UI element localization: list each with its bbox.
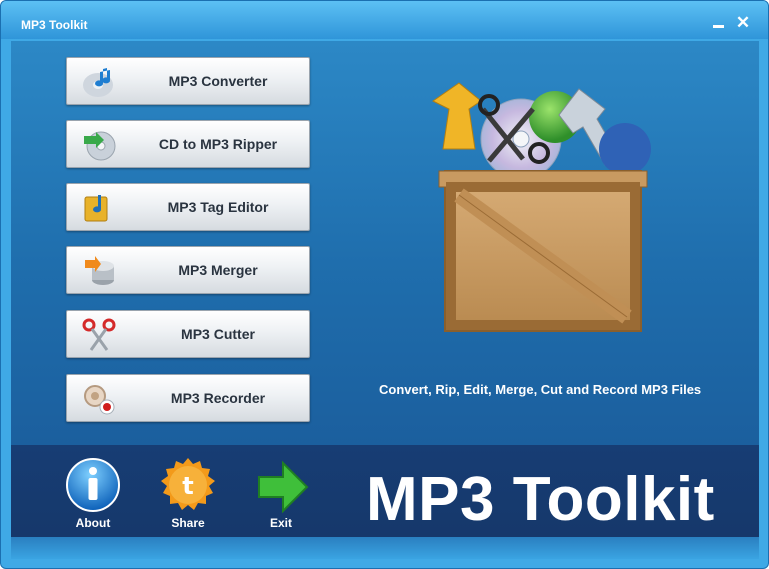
exit-arrow-icon [258, 460, 309, 513]
window-title: MP3 Toolkit [21, 18, 88, 32]
scissors-icon [82, 318, 116, 351]
about-label: About [75, 516, 111, 530]
cd-to-mp3-ripper-button[interactable]: CD to MP3 Ripper [66, 120, 310, 168]
cd-rip-icon [84, 131, 116, 161]
toolbox-illustration [432, 82, 651, 332]
svg-text:t: t [182, 472, 193, 500]
menu-label: MP3 Cutter [181, 326, 255, 342]
menu-label: MP3 Merger [178, 262, 258, 278]
music-note-icon [83, 68, 113, 97]
recorder-icon [84, 385, 115, 415]
exit-label: Exit [269, 516, 292, 530]
menu-label: MP3 Recorder [170, 390, 266, 406]
about-button[interactable]: About [60, 457, 126, 533]
share-badge-icon: t [161, 458, 215, 510]
minimize-icon [712, 25, 724, 28]
mp3-converter-button[interactable]: MP3 Converter [66, 57, 310, 105]
mp3-merger-button[interactable]: MP3 Merger [66, 246, 310, 294]
share-label: Share [171, 516, 205, 530]
title-bar[interactable]: MP3 Toolkit ✕ [1, 1, 768, 39]
app-window: MP3 Toolkit ✕ MP3 Converter CD to MP3 Ri… [0, 0, 769, 569]
tag-editor-icon [84, 195, 108, 222]
mp3-cutter-button[interactable]: MP3 Cutter [66, 310, 310, 358]
merger-icon [85, 256, 114, 285]
mp3-recorder-button[interactable]: MP3 Recorder [66, 374, 310, 422]
minimize-button[interactable] [708, 13, 728, 33]
menu-label: MP3 Tag Editor [167, 199, 269, 215]
close-button[interactable]: ✕ [733, 13, 753, 33]
share-button[interactable]: t Share [155, 457, 221, 533]
info-icon [66, 458, 120, 512]
brand-title: MP3 Toolkit [366, 465, 715, 534]
menu-label: MP3 Converter [168, 73, 268, 89]
window-bottom-strip [11, 537, 759, 559]
menu-label: CD to MP3 Ripper [158, 136, 278, 152]
exit-button[interactable]: Exit [248, 457, 314, 533]
mp3-tag-editor-button[interactable]: MP3 Tag Editor [66, 183, 310, 231]
tagline-text: Convert, Rip, Edit, Merge, Cut and Recor… [379, 382, 702, 397]
